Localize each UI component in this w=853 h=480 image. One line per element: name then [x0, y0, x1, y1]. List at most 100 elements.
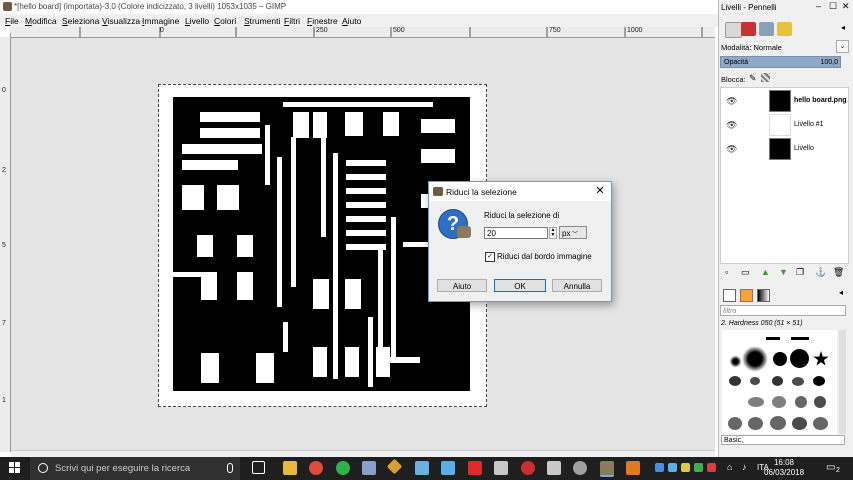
taskbar-search[interactable]: Scrivi qui per eseguire la ricerca — [30, 457, 240, 480]
tray-icon[interactable] — [681, 463, 690, 472]
checkbox-label[interactable]: Riduci dal bordo immagine — [497, 252, 592, 261]
brush-item[interactable] — [744, 348, 766, 370]
file-explorer-icon[interactable] — [283, 461, 297, 475]
menu-livello[interactable]: Livello — [185, 16, 209, 26]
microphone-icon[interactable] — [227, 463, 233, 473]
brush-item[interactable] — [792, 377, 804, 386]
gradients-tab-icon[interactable] — [757, 289, 770, 302]
brush-item[interactable] — [729, 376, 741, 386]
duplicate-layer-icon[interactable]: ❐ — [796, 267, 804, 278]
lock-pixels-icon[interactable]: ✎ — [749, 73, 757, 84]
menu-aiuto[interactable]: Aiuto — [342, 16, 361, 26]
brush-item[interactable] — [748, 397, 764, 407]
layer-row[interactable]: 👁 Livello — [721, 137, 848, 161]
brush-item[interactable] — [792, 417, 807, 430]
tray-icon[interactable] — [694, 463, 703, 472]
menu-visualizza[interactable]: Visualizza — [102, 16, 140, 26]
close-icon[interactable]: ✕ — [842, 1, 850, 12]
app-icon[interactable] — [468, 461, 482, 475]
tray-icon[interactable] — [655, 463, 664, 472]
ruler-vertical[interactable]: 0 2 5 7 1 — [0, 37, 11, 452]
brush-item[interactable] — [750, 377, 760, 385]
dock-menu-icon[interactable]: ◂ — [841, 23, 845, 32]
eye-icon[interactable]: 👁 — [726, 144, 737, 155]
eye-icon[interactable]: 👁 — [726, 96, 737, 107]
undo-tab-icon[interactable] — [777, 22, 792, 36]
app-icon[interactable] — [521, 461, 535, 475]
eye-icon[interactable]: 👁 — [726, 120, 737, 131]
layer-row[interactable]: 👁 Livello #1 — [721, 113, 848, 137]
brush-item[interactable] — [731, 357, 740, 366]
menu-seleziona[interactable]: Seleziona — [62, 16, 99, 26]
brush-item[interactable] — [772, 396, 786, 408]
lower-layer-icon[interactable]: ▼ — [779, 267, 788, 277]
shrink-value-input[interactable] — [484, 227, 548, 239]
brush-grid[interactable] — [722, 330, 837, 434]
app-icon[interactable] — [573, 461, 587, 475]
chevron-down-icon[interactable]: ⌄ — [836, 40, 849, 53]
menu-file[interactable]: File — [5, 16, 19, 26]
brush-item[interactable] — [748, 417, 763, 430]
gimp-taskbar-icon[interactable] — [600, 461, 614, 477]
menu-finestre[interactable]: Finestre — [307, 16, 338, 26]
ok-button[interactable]: OK — [494, 279, 546, 292]
paths-tab-icon[interactable] — [759, 22, 774, 36]
brush-item[interactable] — [791, 337, 809, 340]
task-view-icon[interactable] — [252, 461, 265, 474]
menu-immagine[interactable]: Immagine — [142, 16, 179, 26]
brush-filter-input[interactable]: filtro — [720, 305, 846, 316]
app-icon[interactable] — [626, 461, 640, 475]
ruler-horizontal[interactable]: 0 250 500 750 1000 — [10, 27, 715, 38]
opacity-slider[interactable]: Opacità 100,0 — [720, 56, 841, 68]
tray-icon[interactable] — [707, 463, 716, 472]
app-icon[interactable] — [547, 461, 561, 475]
brush-item[interactable] — [813, 417, 828, 430]
app-icon[interactable] — [415, 461, 429, 475]
layers-tab-icon[interactable] — [725, 22, 742, 38]
lock-alpha-icon[interactable] — [761, 73, 770, 82]
dock-menu-icon[interactable]: ◂ — [839, 288, 843, 297]
menu-modifica[interactable]: Modifica — [25, 16, 57, 26]
new-group-icon[interactable]: ▭ — [741, 267, 750, 278]
notification-icon[interactable]: ▭ — [826, 462, 835, 473]
anchor-layer-icon[interactable]: ⚓ — [815, 267, 826, 278]
mode-label[interactable]: Modalità: Normale — [721, 43, 782, 52]
brush-item[interactable] — [813, 376, 825, 386]
minimize-icon[interactable]: – — [816, 1, 821, 11]
network-icon[interactable]: ⌂ — [727, 462, 732, 472]
brush-item[interactable] — [728, 417, 742, 430]
channels-tab-icon[interactable] — [741, 22, 756, 36]
maximize-icon[interactable]: ☐ — [829, 1, 837, 12]
brush-item[interactable] — [813, 351, 829, 366]
delete-layer-icon[interactable]: 🗑 — [833, 267, 844, 278]
paint-icon[interactable] — [362, 461, 376, 475]
unit-select[interactable]: px ﹀ — [559, 226, 587, 239]
spotify-icon[interactable] — [336, 461, 350, 475]
chrome-icon[interactable] — [309, 461, 323, 475]
brush-item[interactable] — [790, 349, 809, 368]
layer-row[interactable]: 👁 hello board.png — [721, 89, 848, 113]
dialog-title-bar[interactable]: Riduci la selezione ✕ — [429, 182, 611, 201]
windows-start-icon[interactable] — [9, 462, 21, 474]
brush-item[interactable] — [814, 396, 826, 408]
brushes-tab-icon[interactable] — [723, 289, 736, 302]
value-spinner[interactable]: ▲ ▼ — [549, 227, 557, 239]
clock[interactable]: 16:08 06/03/2018 — [764, 458, 804, 478]
menu-filtri[interactable]: Filtri — [284, 16, 300, 26]
app-icon[interactable] — [441, 461, 455, 475]
brush-tag-input[interactable]: Basic, — [721, 435, 845, 445]
brush-item[interactable] — [766, 337, 780, 340]
tray-icon[interactable] — [668, 463, 677, 472]
brush-item[interactable] — [772, 376, 783, 386]
cancel-button[interactable]: Annulla — [552, 279, 602, 292]
menu-strumenti[interactable]: Strumenti — [244, 16, 280, 26]
brush-item[interactable] — [773, 352, 787, 366]
shrink-from-border-checkbox[interactable]: ✓ — [485, 252, 495, 262]
app-icon[interactable] — [494, 461, 508, 475]
brush-item[interactable] — [770, 416, 786, 430]
raise-layer-icon[interactable]: ▲ — [761, 267, 770, 277]
new-layer-icon[interactable]: ▫ — [725, 267, 728, 277]
brush-item[interactable] — [795, 396, 807, 408]
help-button[interactable]: Aiuto — [437, 279, 487, 292]
brush-scrollbar[interactable] — [839, 330, 846, 434]
